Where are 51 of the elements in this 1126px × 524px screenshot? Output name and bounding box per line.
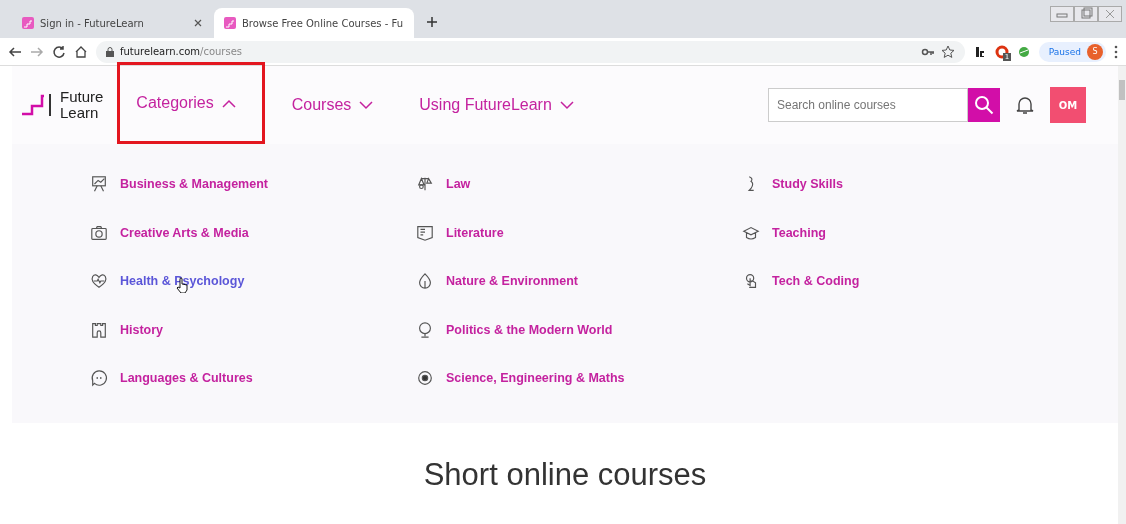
leaf-icon [416,272,434,290]
category-link[interactable]: Study Skills [772,177,843,191]
target-icon [416,369,434,387]
category-link[interactable]: Business & Management [120,177,268,191]
caret-icon [221,98,236,108]
favicon-icon [22,17,34,29]
book-icon [416,223,434,242]
category-link[interactable]: Tech & Coding [772,274,860,288]
nav-menu[interactable]: Using FutureLearn [400,64,593,146]
presentation-icon [90,175,108,193]
new-tab-icon[interactable] [426,16,438,28]
globe-icon [416,320,434,339]
menu-icon[interactable] [1114,44,1118,59]
home-icon[interactable] [74,44,88,59]
section-heading: Short online courses [423,457,707,494]
address-bar[interactable]: futurelearn.com/courses [96,40,965,63]
category-link[interactable]: History [120,322,164,337]
star-icon[interactable] [940,44,955,59]
caret-icon [559,100,574,110]
logo-text[interactable]: Future Learn [60,89,104,121]
user-avatar[interactable]: OM [1050,87,1086,123]
heart-icon [90,272,108,290]
nav-menu[interactable]: Courses [272,64,393,146]
lock-icon [106,46,114,57]
category-link[interactable]: Teaching [772,225,826,240]
search-button[interactable] [968,88,1000,122]
nav-menu[interactable]: Categories [117,62,265,144]
search-field[interactable]: Search online courses [768,88,968,122]
category-link[interactable]: Literature [446,225,504,240]
reload-icon[interactable] [52,44,66,59]
browser-tab[interactable]: Sign in - FutureLearn [12,8,212,38]
category-link[interactable]: Politics & the Modern World [446,322,613,337]
close-icon[interactable] [194,19,202,27]
category-link[interactable]: Nature & Environment [446,274,578,288]
category-link[interactable]: Science, Engineering & Maths [446,371,625,385]
category-link[interactable]: Creative Arts & Media [120,225,249,240]
camera-icon [90,223,108,242]
browser-tab[interactable]: Browse Free Online Courses - Fu [214,8,414,38]
notifications-icon[interactable] [1016,95,1034,115]
favicon-icon [224,17,236,29]
speech-icon [90,369,108,387]
globe-extension-icon[interactable] [1016,44,1031,59]
scrollbar[interactable] [1118,66,1126,524]
profile-button[interactable]: Paused S [1038,41,1106,62]
category-link[interactable]: Languages & Cultures [120,371,253,385]
opera-icon[interactable] [994,44,1009,59]
back-icon[interactable] [8,44,22,59]
category-link[interactable]: Law [446,177,471,191]
castle-icon [90,320,108,339]
caret-icon [359,100,374,110]
search-icon [974,95,994,115]
